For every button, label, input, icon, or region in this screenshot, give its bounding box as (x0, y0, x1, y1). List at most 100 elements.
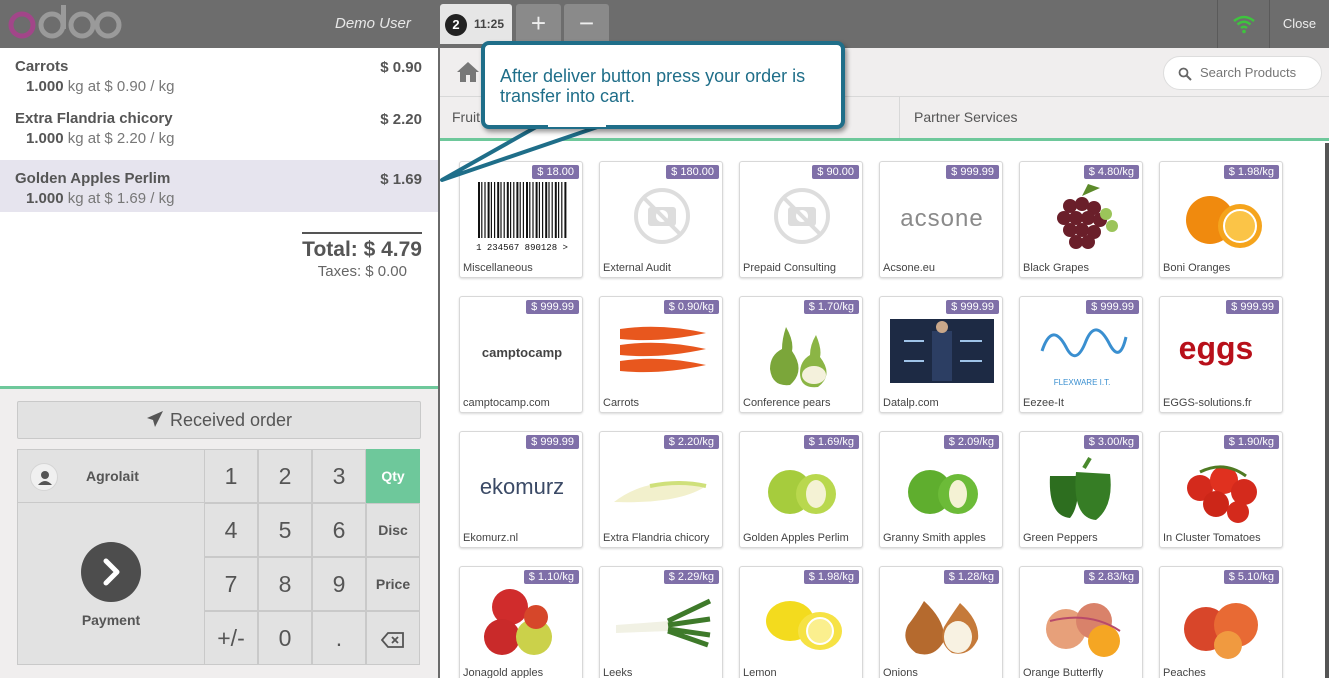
product-image (1187, 465, 1257, 523)
home-icon[interactable] (456, 61, 480, 83)
product-tile[interactable]: $ 1.70/kg Conference pears (739, 296, 863, 413)
product-tile[interactable]: $ 2.20/kg Extra Flandria chicory (599, 431, 723, 548)
product-image: eggs (1179, 330, 1254, 366)
payment-label[interactable]: Payment (18, 612, 204, 628)
order-time: 11:25 (474, 17, 505, 31)
annotation-callout: After deliver button press your order is… (481, 41, 845, 129)
product-name: External Audit (603, 262, 671, 274)
order-total: Total: $ 4.79 (302, 238, 422, 261)
product-price: $ 180.00 (666, 165, 719, 179)
product-tile[interactable]: $ 1.98/kg Lemon (739, 566, 863, 678)
customer-button[interactable]: Agrolait (18, 450, 204, 503)
product-price: $ 3.00/kg (1083, 435, 1139, 449)
product-tile[interactable]: $ 1.69/kg Golden Apples Perlim (739, 431, 863, 548)
wifi-status[interactable] (1217, 0, 1269, 48)
line-qty: 1.000 (26, 78, 64, 95)
product-name: Datalp.com (883, 397, 939, 409)
product-tile[interactable]: $ 2.29/kg Leeks (599, 566, 723, 678)
product-logo-text: FLEXWARE I.T. (1054, 378, 1111, 387)
product-name: Jonagold apples (463, 667, 544, 678)
numpad: 1 2 3 Qty 4 5 6 Disc 7 8 9 Price +/- 0 . (204, 449, 421, 665)
numpad-key-3[interactable]: 3 (312, 449, 366, 503)
new-order-button[interactable]: + (516, 4, 561, 44)
product-tile[interactable]: $ 5.10/kg Peaches (1159, 566, 1283, 678)
received-order-button[interactable]: Received order (17, 401, 421, 439)
product-price: $ 2.09/kg (943, 435, 999, 449)
product-name: Carrots (603, 397, 640, 409)
product-image (1046, 603, 1121, 657)
product-image (770, 327, 827, 388)
product-tile[interactable]: $ 3.00/kg Green Peppers (1019, 431, 1143, 548)
product-price: $ 1.69/kg (803, 435, 859, 449)
product-name: Ekomurz.nl (463, 532, 519, 544)
line-qty: 1.000 (26, 190, 64, 207)
product-tile[interactable]: $ 1.28/kg Onions (879, 566, 1003, 678)
product-image (768, 470, 836, 514)
product-tile[interactable]: $ 2.09/kg Granny Smith apples (879, 431, 1003, 548)
search-input[interactable] (1200, 65, 1315, 80)
mode-disc-button[interactable]: Disc (366, 503, 420, 557)
product-tile[interactable]: acsone $ 999.99 Acsone.eu (879, 161, 1003, 278)
product-tile[interactable]: $ 180.00 External Audit (599, 161, 723, 278)
product-image (1184, 603, 1258, 659)
product-image (1186, 196, 1262, 248)
order-tab[interactable]: 2 11:25 (440, 4, 512, 44)
numpad-key-dot[interactable]: . (312, 611, 366, 665)
product-tile[interactable]: ekomurz $ 999.99 Ekomurz.nl (459, 431, 583, 548)
product-tile[interactable]: $ 999.99 Datalp.com (879, 296, 1003, 413)
product-name: Prepaid Consulting (743, 262, 836, 274)
product-tile[interactable]: $ 1.10/kg Jonagold apples (459, 566, 583, 678)
category-partner-services[interactable]: Partner Services (902, 97, 1017, 138)
order-line[interactable]: Carrots $ 0.90 1.000 kg at $ 0.90 / kg (0, 48, 438, 100)
mode-qty-button[interactable]: Qty (366, 449, 420, 503)
product-tile[interactable]: $ 1.98/kg Boni Oranges (1159, 161, 1283, 278)
category-fruit[interactable]: Fruit (440, 97, 480, 138)
numpad-key-2[interactable]: 2 (258, 449, 312, 503)
product-tile[interactable]: $ 1.90/kg In Cluster Tomatoes (1159, 431, 1283, 548)
numpad-key-0[interactable]: 0 (258, 611, 312, 665)
product-name: camptocamp.com (463, 397, 550, 409)
product-tile[interactable]: $ 90.00 Prepaid Consulting (739, 161, 863, 278)
backspace-button[interactable] (366, 611, 420, 665)
product-price: $ 5.10/kg (1223, 570, 1279, 584)
wifi-icon (1233, 15, 1255, 34)
user-name[interactable]: Demo User (335, 15, 411, 32)
product-price: $ 999.99 (946, 300, 999, 314)
numpad-key-9[interactable]: 9 (312, 557, 366, 611)
product-name: Eezee-It (1023, 397, 1064, 409)
product-tile[interactable]: $ 2.83/kg Orange Butterfly (1019, 566, 1143, 678)
product-tile[interactable]: FLEXWARE I.T. $ 999.99 Eezee-It (1019, 296, 1143, 413)
customer-name: Agrolait (86, 468, 139, 484)
numpad-key-5[interactable]: 5 (258, 503, 312, 557)
numpad-key-7[interactable]: 7 (204, 557, 258, 611)
line-price: $ 1.69 (380, 171, 422, 188)
close-button[interactable]: Close (1269, 0, 1329, 48)
product-image: 1 234567 890128 > (476, 182, 568, 253)
scrollbar[interactable] (1325, 143, 1329, 678)
product-name: Green Peppers (1023, 532, 1098, 544)
product-tile[interactable]: eggs $ 999.99 EGGS-solutions.fr (1159, 296, 1283, 413)
numpad-key-1[interactable]: 1 (204, 449, 258, 503)
numpad-key-8[interactable]: 8 (258, 557, 312, 611)
product-price: $ 90.00 (812, 165, 859, 179)
order-line-selected[interactable]: Golden Apples Perlim $ 1.69 1.000 kg at … (0, 160, 438, 212)
product-name: Boni Oranges (1163, 262, 1231, 274)
mode-price-button[interactable]: Price (366, 557, 420, 611)
numpad-key-plusminus[interactable]: +/- (204, 611, 258, 665)
received-order-label: Received order (169, 410, 293, 430)
product-name: Orange Butterfly (1023, 667, 1104, 678)
product-name: Lemon (743, 667, 777, 678)
product-name: Onions (883, 667, 918, 678)
numpad-key-6[interactable]: 6 (312, 503, 366, 557)
order-line[interactable]: Extra Flandria chicory $ 2.20 1.000 kg a… (0, 100, 438, 152)
numpad-key-4[interactable]: 4 (204, 503, 258, 557)
delete-order-button[interactable]: − (564, 4, 609, 44)
search-box[interactable] (1163, 56, 1322, 90)
product-tile[interactable]: 1 234567 890128 > $ 18.00 Miscellaneous (459, 161, 583, 278)
product-tile[interactable]: camptocamp $ 999.99 camptocamp.com (459, 296, 583, 413)
product-tile[interactable]: $ 0.90/kg Carrots (599, 296, 723, 413)
product-name: Peaches (1163, 667, 1206, 678)
product-price: $ 1.70/kg (803, 300, 859, 314)
product-tile[interactable]: $ 4.80/kg Black Grapes (1019, 161, 1143, 278)
payment-button[interactable] (81, 542, 141, 602)
